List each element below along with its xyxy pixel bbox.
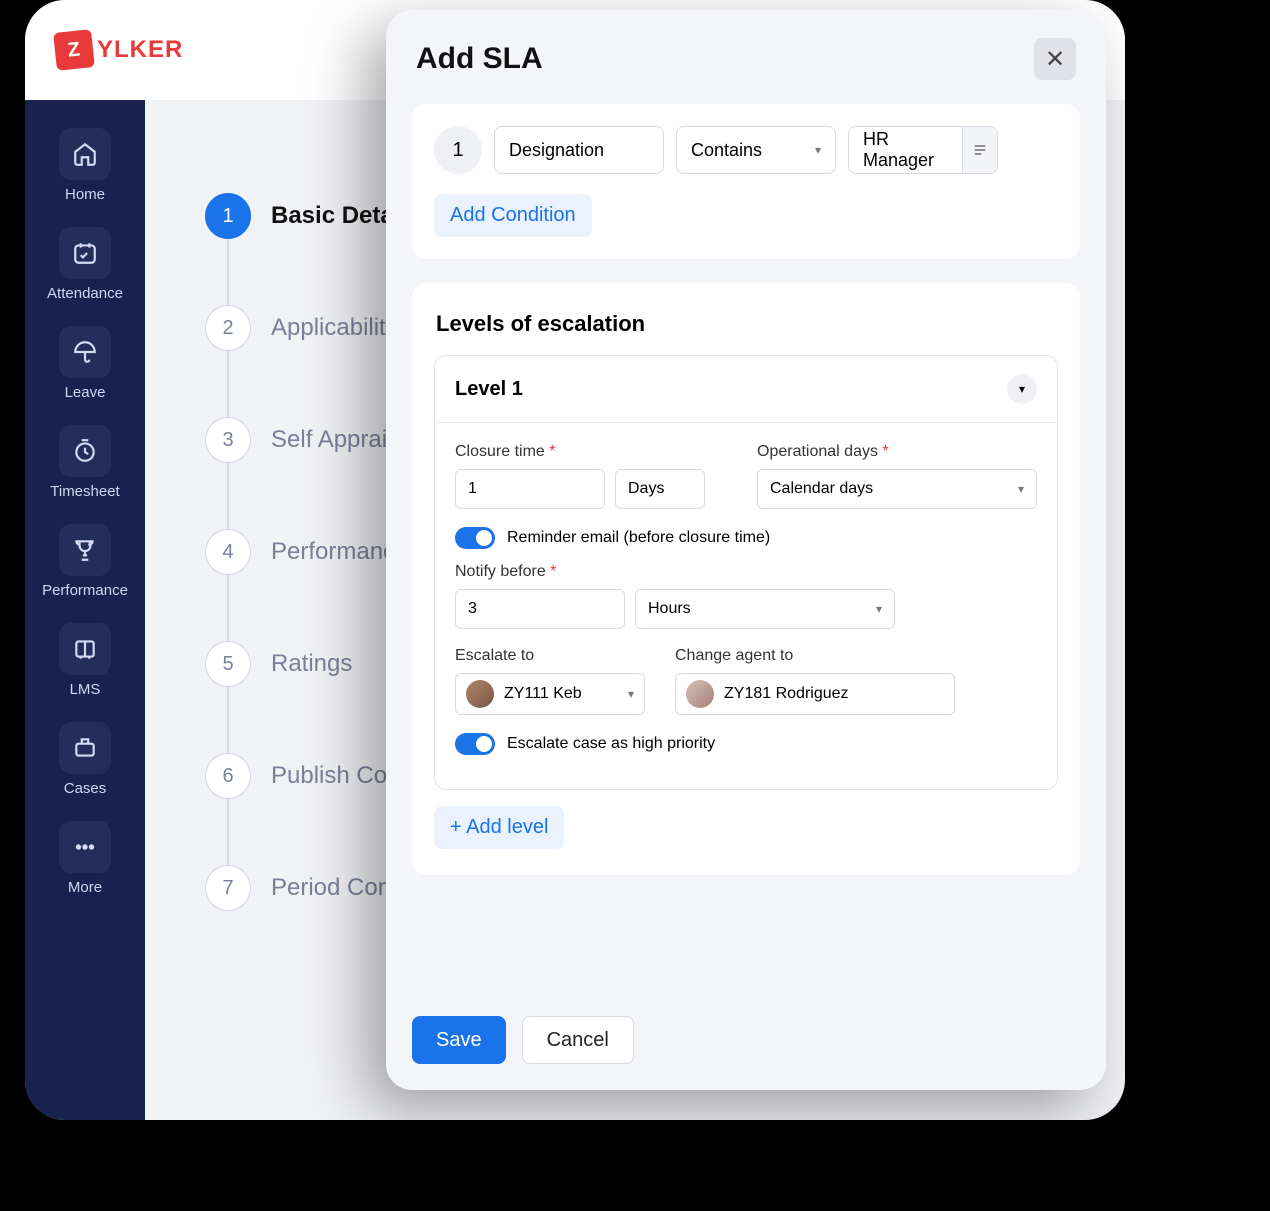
- user-name: ZY181 Rodriguez: [724, 685, 849, 703]
- condition-field-select[interactable]: Designation: [494, 126, 664, 174]
- save-button[interactable]: Save: [412, 1016, 506, 1064]
- select-value: Days: [628, 480, 664, 498]
- home-icon: [59, 128, 111, 180]
- notify-before-input[interactable]: 3: [455, 589, 625, 629]
- change-agent-label: Change agent to: [675, 647, 955, 665]
- sidebar-item-label: Timesheet: [50, 483, 119, 500]
- calendar-check-icon: [59, 227, 111, 279]
- select-value: Hours: [648, 600, 691, 618]
- stopwatch-icon: [59, 425, 111, 477]
- step-number: 6: [205, 753, 251, 799]
- reminder-email-toggle[interactable]: [455, 527, 495, 549]
- umbrella-icon: [59, 326, 111, 378]
- condition-value-select[interactable]: HR Manager: [848, 126, 998, 174]
- sidebar-item-label: Home: [65, 186, 105, 203]
- escalation-card: Levels of escalation Level 1 ▾ Closure t…: [412, 283, 1080, 875]
- chevron-down-icon: ▾: [876, 602, 882, 616]
- add-condition-button[interactable]: Add Condition: [434, 194, 592, 237]
- high-priority-toggle[interactable]: [455, 733, 495, 755]
- high-priority-label: Escalate case as high priority: [507, 735, 715, 753]
- notify-unit-select[interactable]: Hours ▾: [635, 589, 895, 629]
- sidebar: Home Attendance Leave Timesheet Performa…: [25, 100, 145, 1120]
- step-number: 5: [205, 641, 251, 687]
- notify-before-label: Notify before *: [455, 563, 1037, 581]
- step-number: 3: [205, 417, 251, 463]
- condition-card: 1 Designation Contains ▾ HR Manager Add …: [412, 104, 1080, 259]
- logo-badge: Z: [53, 29, 95, 71]
- select-value: Contains: [691, 140, 762, 161]
- sidebar-item-attendance[interactable]: Attendance: [35, 219, 135, 312]
- step-label: Ratings: [271, 650, 352, 678]
- sidebar-item-leave[interactable]: Leave: [35, 318, 135, 411]
- condition-number: 1: [434, 126, 482, 174]
- add-level-button[interactable]: + Add level: [434, 806, 564, 849]
- select-value: HR Manager: [863, 129, 952, 171]
- reminder-toggle-row: Reminder email (before closure time): [455, 527, 1037, 549]
- select-value: Designation: [509, 140, 604, 161]
- trophy-icon: [59, 524, 111, 576]
- avatar: [686, 680, 714, 708]
- sidebar-item-label: Attendance: [47, 285, 123, 302]
- level-header: Level 1 ▾: [435, 356, 1057, 423]
- chevron-down-icon: ▾: [628, 687, 634, 701]
- modal-footer: Save Cancel: [386, 996, 1106, 1090]
- sidebar-item-label: More: [68, 879, 102, 896]
- collapse-button[interactable]: ▾: [1007, 374, 1037, 404]
- briefcase-icon: [59, 722, 111, 774]
- list-icon[interactable]: [962, 127, 997, 173]
- high-priority-toggle-row: Escalate case as high priority: [455, 733, 1037, 755]
- more-icon: [59, 821, 111, 873]
- step-number: 7: [205, 865, 251, 911]
- level-body: Closure time * 1 Days Oper: [435, 423, 1057, 789]
- sidebar-item-lms[interactable]: LMS: [35, 615, 135, 708]
- avatar: [466, 680, 494, 708]
- modal-body: 1 Designation Contains ▾ HR Manager Add …: [386, 104, 1106, 996]
- logo-text: YLKER: [97, 36, 183, 64]
- sidebar-item-label: Cases: [64, 780, 107, 797]
- operational-days-select[interactable]: Calendar days ▾: [757, 469, 1037, 509]
- reminder-email-label: Reminder email (before closure time): [507, 529, 770, 547]
- input-value: 1: [468, 480, 477, 498]
- escalate-to-label: Escalate to: [455, 647, 645, 665]
- step-number: 2: [205, 305, 251, 351]
- chevron-down-icon: ▾: [1019, 382, 1025, 396]
- level-1-box: Level 1 ▾ Closure time * 1: [434, 355, 1058, 790]
- close-button[interactable]: ✕: [1034, 38, 1076, 80]
- sidebar-item-timesheet[interactable]: Timesheet: [35, 417, 135, 510]
- chevron-down-icon: ▾: [815, 143, 821, 157]
- sidebar-item-cases[interactable]: Cases: [35, 714, 135, 807]
- step-number: 4: [205, 529, 251, 575]
- change-agent-select[interactable]: ZY181 Rodriguez: [675, 673, 955, 715]
- sidebar-item-more[interactable]: More: [35, 813, 135, 906]
- sidebar-item-label: LMS: [70, 681, 101, 698]
- operational-days-label: Operational days *: [757, 443, 1037, 461]
- escalation-title: Levels of escalation: [436, 311, 1058, 337]
- sidebar-item-performance[interactable]: Performance: [35, 516, 135, 609]
- sidebar-item-label: Performance: [42, 582, 128, 599]
- select-value: Calendar days: [770, 480, 873, 498]
- escalate-to-select[interactable]: ZY111 Keb ▾: [455, 673, 645, 715]
- modal-header: Add SLA ✕: [386, 10, 1106, 104]
- user-name: ZY111 Keb: [504, 685, 582, 703]
- closure-time-label: Closure time *: [455, 443, 727, 461]
- cancel-button[interactable]: Cancel: [522, 1016, 634, 1064]
- chevron-down-icon: ▾: [1018, 482, 1024, 496]
- book-icon: [59, 623, 111, 675]
- close-icon: ✕: [1045, 45, 1065, 74]
- condition-operator-select[interactable]: Contains ▾: [676, 126, 836, 174]
- step-number: 1: [205, 193, 251, 239]
- brand-logo: Z YLKER: [55, 31, 183, 69]
- sidebar-item-label: Leave: [65, 384, 106, 401]
- level-title: Level 1: [455, 378, 523, 401]
- closure-unit-select[interactable]: Days: [615, 469, 705, 509]
- add-sla-modal: Add SLA ✕ 1 Designation Contains ▾ HR Ma…: [386, 10, 1106, 1090]
- input-value: 3: [468, 600, 477, 618]
- step-label: Applicability: [271, 314, 398, 342]
- modal-title: Add SLA: [416, 42, 543, 76]
- closure-time-input[interactable]: 1: [455, 469, 605, 509]
- sidebar-item-home[interactable]: Home: [35, 120, 135, 213]
- condition-row: 1 Designation Contains ▾ HR Manager: [434, 126, 1058, 174]
